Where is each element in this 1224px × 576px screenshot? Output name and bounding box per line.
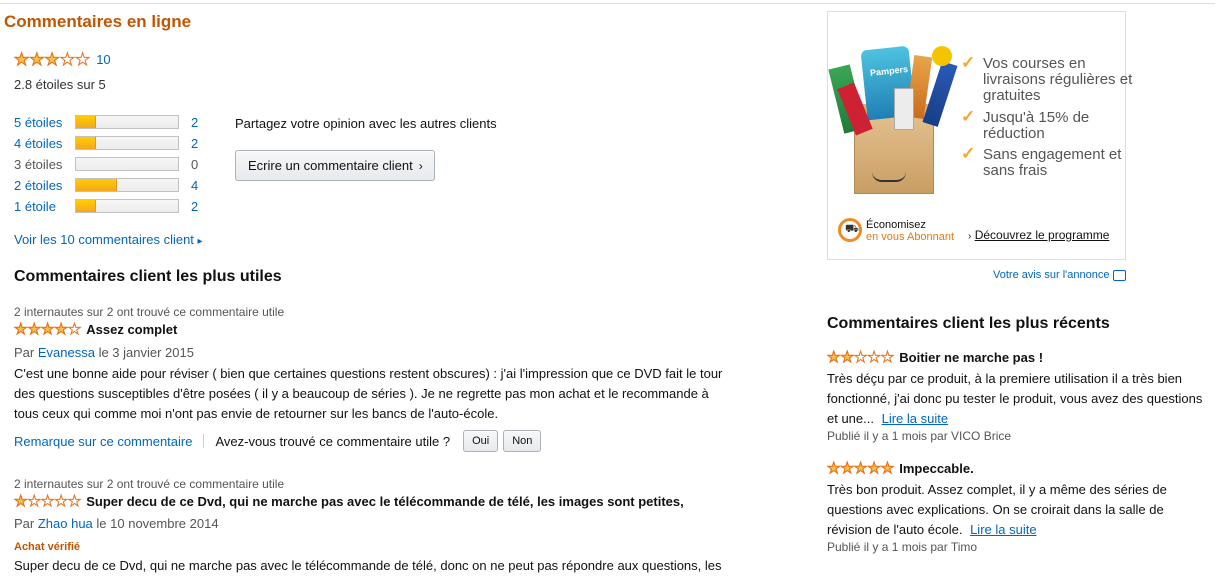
review-header: ★★★★★★★★★★ Assez complet	[13, 321, 177, 338]
histogram-bar	[75, 157, 179, 171]
ad-benefit-item: ✓ Vos courses en livraisons régulières e…	[961, 53, 1133, 104]
review-header: ★★★★★★★★★★ Super decu de ce Dvd, qui ne …	[13, 493, 684, 510]
save-line-1: Économisez	[866, 219, 926, 231]
product-box-image: Pampers	[828, 44, 958, 194]
histogram-bar-fill	[76, 116, 97, 128]
review-actions: Remarque sur ce commentaire Avez-vous tr…	[14, 430, 542, 452]
save-text: Économisez en vous Abonnant	[866, 219, 954, 243]
read-more-link[interactable]: Lire la suite	[882, 411, 948, 426]
recent-review-body: Très déçu par ce produit, à la premiere …	[827, 369, 1212, 429]
histogram-count: 2	[191, 198, 199, 214]
author-link[interactable]: Evanessa	[38, 345, 95, 360]
histogram-row[interactable]: 4 étoiles 2	[14, 134, 198, 152]
histogram-label: 2 étoiles	[14, 177, 63, 193]
review-title-link[interactable]: Assez complet	[86, 322, 177, 337]
recent-review-title[interactable]: Boitier ne marche pas !	[899, 350, 1043, 365]
chevron-right-icon: ›	[418, 158, 423, 173]
most-useful-title: Commentaires client les plus utiles	[14, 268, 282, 285]
overall-rating: ★★★★★★★★★★ 10	[13, 50, 110, 69]
histogram-label: 3 étoiles	[14, 156, 63, 172]
read-more-link[interactable]: Lire la suite	[970, 522, 1036, 537]
histogram-row: 3 étoiles 0	[14, 155, 198, 173]
histogram-label: 5 étoiles	[14, 114, 63, 130]
average-text: 2.8 étoiles sur 5	[14, 77, 106, 92]
review-helpful-count: 2 internautes sur 2 ont trouvé ce commen…	[14, 477, 285, 491]
subscribe-ad[interactable]: Pampers ✓ Vos courses en livraisons régu…	[827, 11, 1132, 260]
histogram-bar	[75, 178, 179, 192]
histogram-bar	[75, 115, 179, 129]
yes-button[interactable]: Oui	[463, 430, 499, 452]
see-all-link[interactable]: Voir les 10 commentaires client ▸	[14, 232, 203, 247]
recent-review-header: ★★★★★ ★★★★★ Impeccable.	[826, 460, 973, 477]
review-stars-icon: ★★★★★★★★★★	[13, 321, 82, 338]
review-byline: Par Zhao hua le 10 novembre 2014	[14, 516, 219, 531]
recent-review-header: ★★★★★★★★★★ Boitier ne marche pas !	[826, 349, 1043, 366]
review-body: C'est une bonne aide pour réviser ( bien…	[14, 366, 723, 421]
review-date: le 10 novembre 2014	[96, 516, 219, 531]
recent-review-meta: Publié il y a 1 mois par VICO Brice	[827, 429, 1012, 443]
checkmark-icon: ✓	[961, 53, 976, 72]
ad-benefit-item: ✓ Jusqu'à 15% de réduction	[961, 107, 1133, 142]
ad-feedback-label: Votre avis sur l'annonce	[993, 269, 1110, 281]
recent-review-body: Très bon produit. Assez complet, il y a …	[827, 480, 1212, 540]
recent-review-meta: Publié il y a 1 mois par Timo	[827, 540, 978, 554]
histogram-bar	[75, 136, 179, 150]
useful-question: Avez-vous trouvé ce commentaire utile ?	[215, 433, 451, 449]
discover-link[interactable]: › Découvrez le programme	[968, 228, 1109, 242]
review-helpful-count: 2 internautes sur 2 ont trouvé ce commen…	[14, 305, 285, 319]
write-review-button[interactable]: Ecrire un commentaire client ›	[235, 150, 435, 181]
author-link[interactable]: Zhao hua	[38, 516, 93, 531]
histogram-count: 4	[191, 177, 199, 193]
recent-stars-icon: ★★★★★★★★★★	[826, 460, 895, 477]
recent-stars-icon: ★★★★★★★★★★	[826, 349, 895, 366]
triangle-right-icon: ▸	[197, 236, 203, 247]
histogram-bar-fill	[76, 137, 97, 149]
histogram-row[interactable]: 1 étoile 2	[14, 197, 198, 215]
ad-feedback-link[interactable]: Votre avis sur l'annonce	[993, 269, 1127, 281]
by-prefix: Par	[14, 345, 35, 360]
checkmark-icon: ✓	[961, 144, 976, 163]
review-title-link[interactable]: Super decu de ce Dvd, qui ne marche pas …	[86, 494, 684, 509]
histogram-bar-fill	[76, 179, 117, 191]
write-review-label: Ecrire un commentaire client	[248, 158, 413, 173]
verified-badge: Achat vérifié	[14, 541, 81, 553]
histogram-count: 0	[191, 156, 199, 172]
divider	[203, 434, 205, 448]
histogram-label: 1 étoile	[14, 198, 56, 214]
chevron-right-icon: ›	[968, 231, 972, 242]
review-count-link[interactable]: 10	[96, 52, 110, 67]
review-stars-icon: ★★★★★★★★★★	[13, 493, 82, 510]
recent-review-title[interactable]: Impeccable.	[899, 461, 973, 476]
histogram-label: 4 étoiles	[14, 135, 63, 151]
overall-stars-icon: ★★★★★★★★★★	[13, 50, 91, 69]
review-body: Super decu de ce Dvd, qui ne marche pas …	[14, 558, 722, 573]
speech-bubble-icon	[1113, 269, 1127, 281]
by-prefix: Par	[14, 516, 35, 531]
ad-benefit-item: ✓ Sans engagement et sans frais	[961, 144, 1133, 179]
ad-benefit-label: Jusqu'à 15% de réduction	[983, 109, 1090, 142]
no-button[interactable]: Non	[503, 430, 542, 452]
save-line-2: en vous Abonnant	[866, 231, 955, 243]
histogram-bar	[75, 199, 179, 213]
ad-benefit-label: Vos courses en livraisons régulières et …	[983, 55, 1133, 104]
comment-link[interactable]: Remarque sur ce commentaire	[14, 434, 192, 449]
discover-label: Découvrez le programme	[974, 228, 1110, 242]
review-byline: Par Evanessa le 3 janvier 2015	[14, 345, 194, 360]
section-title: Commentaires en ligne	[4, 12, 192, 31]
histogram-count: 2	[191, 135, 199, 151]
histogram-row[interactable]: 2 étoiles 4	[14, 176, 198, 194]
top-divider	[0, 3, 1215, 4]
recent-title: Commentaires client les plus récents	[827, 315, 1110, 332]
see-all-label: Voir les 10 commentaires client	[14, 232, 194, 247]
histogram-count: 2	[191, 114, 199, 130]
share-text: Partagez votre opinion avec les autres c…	[235, 116, 497, 131]
histogram-row[interactable]: 5 étoiles 2	[14, 113, 198, 131]
cart-refresh-icon: ⛟	[838, 218, 862, 242]
ad-benefit-label: Sans engagement et sans frais	[983, 146, 1122, 179]
histogram-bar-fill	[76, 200, 97, 212]
checkmark-icon: ✓	[961, 107, 976, 126]
review-date: le 3 janvier 2015	[98, 345, 194, 360]
